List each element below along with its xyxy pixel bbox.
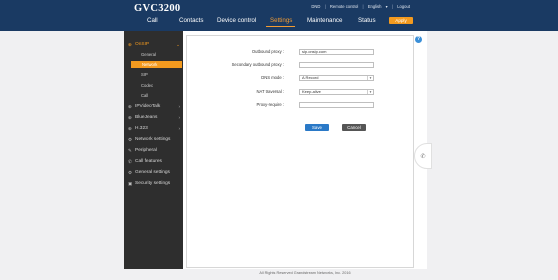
cancel-button[interactable]: Cancel — [342, 124, 366, 131]
chevron-down-icon: ▾ — [367, 90, 373, 94]
form-panel — [186, 35, 414, 268]
dns-mode-select[interactable]: A Record ▾ — [299, 75, 374, 81]
peripheral-icon: ✎ — [128, 148, 132, 153]
sidebar-item-bluejeans[interactable]: ⊕ BlueJeans › — [124, 113, 183, 122]
dns-mode-value: A Record — [302, 75, 319, 80]
nav-status[interactable]: Status — [358, 17, 376, 24]
sidebar-item-label: BlueJeans — [135, 115, 158, 120]
outbound-proxy-label: Outbound proxy : — [251, 49, 284, 54]
nav-device-control[interactable]: Device control — [217, 17, 256, 24]
chevron-down-icon: ⌄ — [176, 42, 180, 47]
plus-circle-icon: ⊕ — [128, 42, 132, 47]
gear-icon: ⚙ — [128, 170, 133, 175]
sidebar-item-label: Security settings — [135, 181, 171, 186]
lock-icon: ▣ — [128, 181, 133, 186]
top-header: GVC3200 DND | Remote control | English ▾… — [0, 0, 558, 31]
sidebar-item-ipvideotalk[interactable]: ⊕ IPVideoTalk › — [124, 102, 183, 111]
nav-call[interactable]: Call — [147, 17, 158, 24]
app-logo: GVC3200 — [134, 3, 181, 14]
chevron-down-icon[interactable]: ▾ — [386, 4, 388, 9]
sidebar-item-onsip[interactable]: ⊕ OnSIP ⌄ — [124, 40, 183, 49]
nav-contacts[interactable]: Contacts — [179, 17, 203, 24]
chevron-right-icon: › — [178, 104, 180, 109]
top-links: DND | Remote control | English ▾ | Logou… — [308, 4, 410, 9]
sidebar-item-label: General settings — [135, 170, 170, 175]
separator: | — [324, 4, 326, 9]
sidebar-item-label: H.323 — [135, 126, 148, 131]
plus-circle-icon: ⊕ — [128, 104, 132, 109]
sidebar-item-peripheral[interactable]: ✎ Peripheral — [124, 146, 183, 155]
nat-traversal-select[interactable]: Keep-alive ▾ — [299, 89, 374, 95]
sidebar-item-network-settings[interactable]: ⚙ Network settings — [124, 135, 183, 144]
sidebar-subitem-call[interactable]: Call — [130, 92, 183, 99]
sidebar-item-label: Peripheral — [135, 148, 157, 153]
gear-icon: ⚙ — [128, 137, 133, 142]
chevron-down-icon: ▾ — [367, 76, 373, 80]
sidebar-item-label: Network settings — [135, 137, 171, 142]
nat-traversal-value: Keep-alive — [302, 89, 321, 94]
chevron-right-icon: › — [178, 126, 180, 131]
chevron-right-icon: › — [178, 115, 180, 120]
proxy-require-input[interactable] — [299, 102, 374, 108]
sidebar-item-h323[interactable]: ⊕ H.323 › — [124, 124, 183, 133]
sidebar-subitem-codec[interactable]: Codec — [130, 82, 183, 89]
sidebar-item-general-settings[interactable]: ⚙ General settings — [124, 168, 183, 177]
nav-settings[interactable]: Settings — [270, 17, 292, 24]
outbound-proxy-input[interactable]: sip.onsip.com — [299, 49, 374, 55]
secondary-outbound-proxy-input[interactable] — [299, 62, 374, 68]
phone-icon: ✆ — [128, 159, 132, 164]
footer-copyright: All Rights Reserved Grandstream Networks… — [259, 271, 351, 275]
logout-link[interactable]: Logout — [397, 4, 410, 9]
nav-maintenance[interactable]: Maintenance — [307, 17, 342, 24]
sidebar-item-label: OnSIP — [135, 42, 150, 47]
proxy-require-label: Proxy-require : — [256, 102, 284, 107]
sidebar-subitem-general[interactable]: General — [130, 51, 183, 58]
nat-traversal-label: NAT traversal : — [256, 89, 284, 94]
sidebar-item-call-features[interactable]: ✆ Call features — [124, 157, 183, 166]
settings-sidebar: ⊕ OnSIP ⌄ General Network SIP Codec Call… — [124, 31, 183, 269]
sidebar-item-label: IPVideoTalk — [135, 104, 161, 109]
secondary-outbound-proxy-label: Secondary outbound proxy : — [231, 62, 284, 67]
apply-button[interactable]: Apply — [389, 17, 413, 24]
plus-circle-icon: ⊕ — [128, 126, 132, 131]
save-button[interactable]: Save — [305, 124, 329, 131]
separator: | — [391, 4, 394, 9]
dnd-link[interactable]: DND — [311, 4, 320, 9]
sidebar-subitem-network[interactable]: Network — [131, 61, 182, 68]
plus-circle-icon: ⊕ — [128, 115, 132, 120]
dns-mode-label: DNS mode : — [261, 75, 284, 80]
sidebar-item-label: Call features — [135, 159, 162, 164]
language-select[interactable]: English — [368, 4, 382, 9]
active-tab-indicator — [266, 25, 295, 27]
help-icon[interactable]: ? — [415, 36, 422, 43]
separator: | — [362, 4, 364, 9]
sidebar-item-security-settings[interactable]: ▣ Security settings — [124, 179, 183, 188]
remote-control-link[interactable]: Remote control — [330, 4, 358, 9]
sidebar-subitem-sip[interactable]: SIP — [130, 71, 183, 78]
